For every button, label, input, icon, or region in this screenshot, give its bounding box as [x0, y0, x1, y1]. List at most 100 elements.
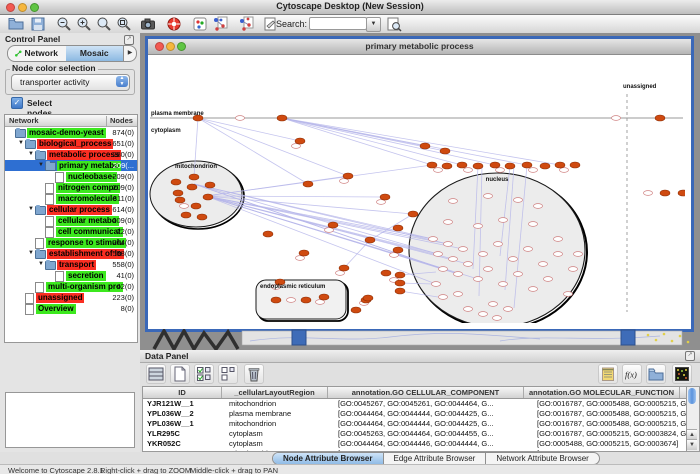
help-icon[interactable]: [166, 16, 182, 32]
copy-network-icon[interactable]: [238, 16, 254, 32]
tree-expander-icon[interactable]: ▼: [28, 248, 35, 259]
tree-row-unassigned[interactable]: unassigned223(0): [5, 292, 137, 303]
tab-edge-attribute-browser[interactable]: Edge Attribute Browser: [384, 453, 487, 464]
matrix-icon[interactable]: [672, 364, 692, 384]
tree-expander-icon[interactable]: ▼: [18, 138, 25, 149]
tree-row-primary-metabo[interactable]: ▼primary metabo209(...: [5, 160, 137, 171]
graph-node: [363, 295, 373, 301]
unselect-attributes-icon[interactable]: [218, 364, 238, 384]
tree-expander-icon[interactable]: ▼: [38, 160, 45, 171]
table-cell: YJR121W__1: [143, 399, 225, 409]
tree-row-establishment-of-lo[interactable]: ▼establishment of lo558(0): [5, 248, 137, 259]
tree-row-nucleobase-[interactable]: nucleobase-209(0): [5, 171, 137, 182]
tree-row-biological-process[interactable]: ▼biological_process651(0): [5, 138, 137, 149]
network-view-title: primary metabolic process: [148, 41, 691, 51]
import-attributes-icon[interactable]: [646, 364, 666, 384]
tree-row-nitrogen-compo[interactable]: nitrogen compo209(0): [5, 182, 137, 193]
column-header[interactable]: annotation.GO CELLULAR_COMPONENT: [328, 387, 524, 398]
tree-row-cellular-metabo[interactable]: cellular metabo209(0): [5, 215, 137, 226]
color-attribute-select[interactable]: transporter activity ▲▼: [11, 74, 130, 91]
graph-node-label: [564, 292, 573, 297]
graph-node-label: [509, 257, 518, 262]
function-builder-icon[interactable]: f(x): [622, 364, 642, 384]
tab-node-attribute-browser[interactable]: Node Attribute Browser: [273, 453, 384, 464]
tree-row-node-count: 41(0): [116, 271, 134, 280]
float-panel-icon[interactable]: ↗: [124, 35, 134, 45]
graph-node-label: [499, 282, 508, 287]
tree-row-metabolic-process[interactable]: ▼metabolic process280(0): [5, 149, 137, 160]
graph-node: [393, 225, 403, 231]
table-row[interactable]: YPL036W__2plasma membrane[GO:0044464, GO…: [143, 409, 687, 419]
float-data-panel-icon[interactable]: ↗: [685, 351, 695, 361]
layout-network-icon[interactable]: [212, 16, 228, 32]
data-panel-toolbar: f(x): [140, 362, 700, 385]
tree-row-node-count: 8(0): [121, 304, 134, 313]
tree-row-macromolecule[interactable]: macromolecule311(0): [5, 193, 137, 204]
network-graph-canvas[interactable]: plasma membranecytoplasmmitochondrionnuc…: [148, 54, 685, 323]
graph-node: [187, 184, 197, 190]
tabs-overflow-arrow-icon[interactable]: ▶: [123, 46, 136, 61]
network-window-titlebar[interactable]: primary metabolic process: [148, 39, 691, 55]
tree-row-response-to-stimulu[interactable]: response to stimulu264(0): [5, 237, 137, 248]
tab-mosaic[interactable]: Mosaic: [66, 46, 124, 61]
table-scrollbar[interactable]: ▲ ▼: [686, 386, 700, 452]
tree-expander-icon[interactable]: ▼: [28, 149, 35, 160]
graph-node-label: [539, 262, 548, 267]
table-row[interactable]: YJR121W__1mitochondrion[GO:0045267, GO:0…: [143, 399, 687, 409]
tab-network-attribute-browser[interactable]: Network Attribute Browser: [486, 453, 598, 464]
compartment-label-mitochondrion: mitochondrion: [175, 164, 217, 170]
search-dropdown-icon[interactable]: ▼: [366, 17, 381, 32]
column-header[interactable]: annotation.GO MOLECULAR_FUNCTION: [524, 387, 680, 398]
birds-eye-view[interactable]: [5, 392, 135, 448]
table-row[interactable]: YKR052Ccytoplasm[GO:0044464, GO:0044446,…: [143, 439, 687, 449]
new-attribute-icon[interactable]: [170, 364, 190, 384]
compartment-label-nucleus: nucleus: [486, 177, 509, 183]
graph-node: [570, 162, 580, 168]
zoom-selected-icon[interactable]: [116, 16, 132, 32]
table-cell: [GO:0016787, GO:0005488, GO:0005215, G..…: [533, 409, 688, 419]
select-nodes-checkbox[interactable]: ✓: [11, 97, 23, 109]
tree-expander-icon[interactable]: ▼: [28, 204, 35, 215]
tree-expander-icon[interactable]: ▼: [38, 259, 45, 270]
tree-row-mosaic-demo-yeast[interactable]: mosaic-demo-yeast874(0): [5, 127, 137, 138]
attribute-browser-tabstrip: Node Attribute BrowserEdge Attribute Bro…: [0, 452, 700, 464]
search-input[interactable]: [309, 17, 367, 30]
scroll-down-icon[interactable]: ▼: [687, 439, 697, 450]
open-icon[interactable]: [8, 16, 24, 32]
tree-row-label: transport: [57, 260, 96, 270]
graph-node: [395, 272, 405, 278]
window-title: Cytoscape Desktop (New Session): [0, 1, 700, 11]
table-row[interactable]: YPL036W__1mitochondrion[GO:0044464, GO:0…: [143, 419, 687, 429]
tree-row-transport[interactable]: ▼transport558(0): [5, 259, 137, 270]
graph-edge: [206, 196, 436, 284]
tree-row-secretion[interactable]: secretion41(0): [5, 270, 137, 281]
column-header[interactable]: _cellularLayoutRegion: [222, 387, 328, 398]
delete-attribute-icon[interactable]: [244, 364, 264, 384]
notepad-icon[interactable]: [598, 364, 618, 384]
zoom-in-icon[interactable]: [76, 16, 92, 32]
tab-network[interactable]: Network: [8, 46, 66, 61]
tree-row-cellular-process[interactable]: ▼cellular process614(0): [5, 204, 137, 215]
tree-row-cell-communicat[interactable]: cell communicat22(0): [5, 226, 137, 237]
attribute-table[interactable]: ID_cellularLayoutRegionannotation.GO CEL…: [142, 386, 688, 452]
tree-row-multi-organism-pro[interactable]: multi-organism pro42(0): [5, 281, 137, 292]
vizmapper-icon[interactable]: [192, 16, 208, 32]
graph-node-label: [479, 312, 488, 317]
scrollbar-thumb[interactable]: [688, 388, 696, 404]
tree-row-node-count: 280(0): [112, 150, 134, 159]
zoom-out-icon[interactable]: [56, 16, 72, 32]
graph-node: [678, 190, 685, 196]
network-view-window[interactable]: primary metabolic process plasma membran…: [145, 36, 694, 332]
table-row[interactable]: YLR295Ccytoplasm[GO:0045263, GO:0044464,…: [143, 429, 687, 439]
table-cell: mitochondrion: [225, 419, 334, 429]
graph-node-label: [529, 168, 538, 173]
snapshot-icon[interactable]: [140, 16, 156, 32]
column-header[interactable]: ID: [143, 387, 222, 398]
search-options-icon[interactable]: [386, 16, 402, 32]
zoom-fit-icon[interactable]: [96, 16, 112, 32]
tree-row-overview[interactable]: Overview8(0): [5, 303, 137, 314]
select-all-rows-icon[interactable]: [146, 364, 166, 384]
select-attributes-icon[interactable]: [194, 364, 214, 384]
table-cell: plasma membrane: [225, 409, 334, 419]
save-icon[interactable]: [30, 16, 46, 32]
